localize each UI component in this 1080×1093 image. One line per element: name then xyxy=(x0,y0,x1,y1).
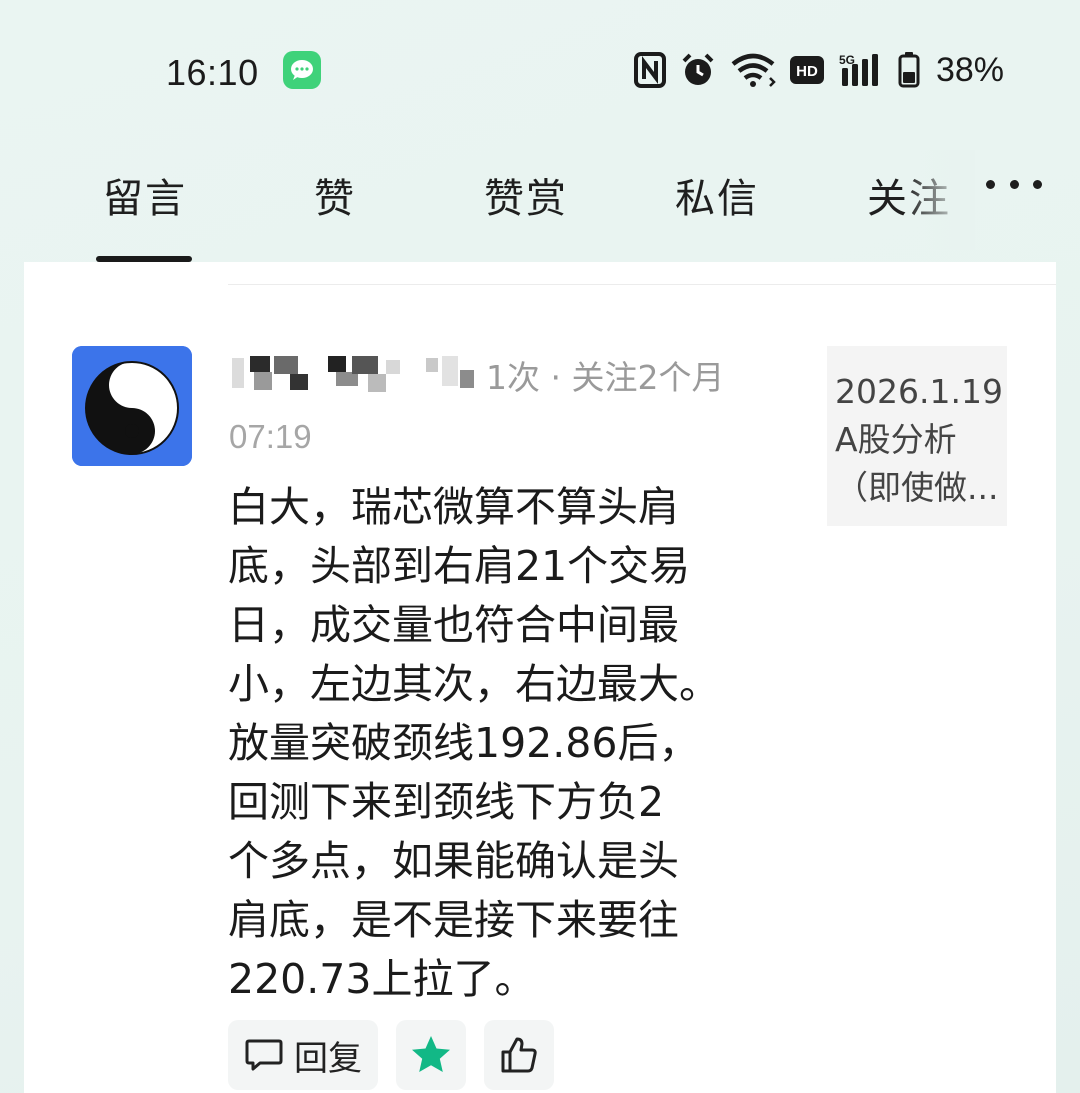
reply-label: 回复 xyxy=(294,1038,362,1079)
comment-line: 底，头部到右肩21个交易 xyxy=(228,542,691,590)
5g-signal-icon: 5G xyxy=(838,52,884,88)
nfc-icon xyxy=(633,52,666,88)
article-preview-line: （即使做... xyxy=(835,468,999,507)
comment-bubble-icon xyxy=(245,1039,283,1071)
more-options-button[interactable] xyxy=(986,164,1042,204)
reply-button[interactable]: 回复 xyxy=(228,1020,378,1090)
like-button[interactable] xyxy=(484,1020,554,1090)
tab-rewards[interactable]: 赞赏 xyxy=(484,166,568,224)
comment-line: 日，成交量也符合中间最 xyxy=(228,601,679,649)
tab-comments[interactable]: 留言 xyxy=(103,166,187,224)
alarm-icon xyxy=(680,52,716,88)
tab-messages[interactable]: 私信 xyxy=(675,166,759,224)
more-dot-icon xyxy=(1009,179,1019,189)
thumbs-up-icon xyxy=(501,1037,537,1073)
article-preview[interactable]: 2026.1.19 A股分析 （即使做... xyxy=(827,346,1007,526)
battery-icon xyxy=(898,52,920,88)
tab-likes[interactable]: 赞 xyxy=(314,166,356,224)
comment-line: 放量突破颈线192.86后， xyxy=(228,719,700,767)
status-bar: 16:10 HD 5G 38% xyxy=(0,0,1080,140)
yin-yang-icon xyxy=(72,346,192,466)
comment-meta: 1次 · 关注2个月 xyxy=(228,350,724,400)
svg-text:HD: HD xyxy=(796,63,818,80)
status-icons: HD 5G 38% xyxy=(633,50,1004,90)
status-time: 16:10 xyxy=(166,52,259,93)
more-dot-icon xyxy=(1033,179,1042,189)
message-app-icon xyxy=(283,51,321,89)
comment-line: 肩底，是不是接下来要往 xyxy=(228,896,679,944)
comment-line: 小，左边其次，右边最大。 xyxy=(228,660,720,708)
comment-meta-text: 1次 · 关注2个月 xyxy=(486,358,725,397)
more-dot-icon xyxy=(986,179,995,189)
article-preview-line: A股分析 xyxy=(835,420,957,459)
comment-line: 回测下来到颈线下方负2 xyxy=(228,778,665,826)
comment-text: 白大，瑞芯微算不算头肩 底，头部到右肩21个交易 日，成交量也符合中间最 小，左… xyxy=(228,478,768,1009)
hd-icon: HD xyxy=(789,56,824,84)
battery-percent: 38% xyxy=(935,50,1004,89)
star-button[interactable] xyxy=(396,1020,466,1090)
comment-line: 个多点，如果能确认是头 xyxy=(228,837,679,885)
tab-overflow-fade xyxy=(905,150,975,250)
comment-time: 07:19 xyxy=(229,418,312,455)
username-obscured[interactable] xyxy=(228,352,486,398)
comment-card: 1次 · 关注2个月 07:19 白大，瑞芯微算不算头肩 底，头部到右肩21个交… xyxy=(24,262,1056,1093)
comment-actions: 回复 xyxy=(228,1020,554,1092)
avatar[interactable] xyxy=(72,346,192,466)
star-icon xyxy=(412,1036,450,1072)
comment-line: 220.73上拉了。 xyxy=(228,955,536,1003)
tab-bar: 留言 赞 赞赏 私信 关注 xyxy=(0,150,1080,262)
article-preview-line: 2026.1.19 xyxy=(835,372,1003,411)
divider xyxy=(228,284,1056,285)
comment-line: 白大，瑞芯微算不算头肩 xyxy=(228,483,679,531)
wifi-icon xyxy=(730,52,776,88)
